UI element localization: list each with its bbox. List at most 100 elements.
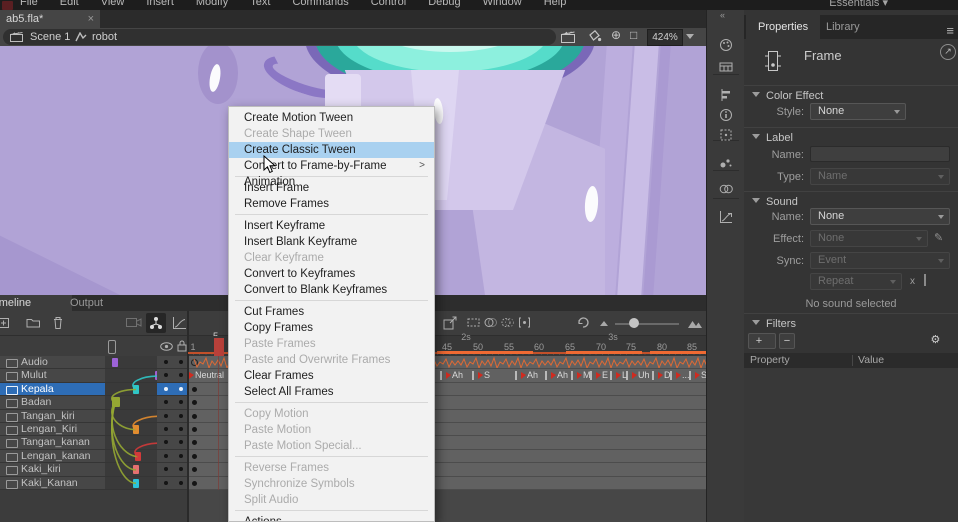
onion-skin-icon[interactable]: [484, 316, 497, 329]
lock-dot[interactable]: [179, 454, 183, 458]
onion-outline-icon[interactable]: [501, 316, 514, 329]
layer-toggles-tangan-kiri[interactable]: [157, 410, 188, 423]
add-filter-button[interactable]: +: [748, 333, 776, 349]
new-layer-icon[interactable]: [0, 316, 10, 330]
layer-row-kaki-kiri[interactable]: Kaki_kiri: [0, 463, 105, 476]
menu-item-insert-frame[interactable]: Insert Frame: [229, 180, 434, 196]
parent-cell-lengan-kanan[interactable]: [105, 450, 157, 463]
filter-options-button[interactable]: ⚙: [924, 333, 952, 349]
tab-output[interactable]: Output: [60, 295, 113, 311]
visibility-dot[interactable]: [164, 400, 168, 404]
zoom-out-frames-icon[interactable]: [600, 321, 608, 326]
align-icon[interactable]: [719, 88, 733, 102]
delete-layer-icon[interactable]: [52, 316, 64, 330]
pencil-icon[interactable]: ✎: [934, 231, 943, 244]
layer-row-kaki-kanan[interactable]: Kaki_Kanan: [0, 477, 105, 490]
swap-symbol-icon[interactable]: ↗: [940, 44, 956, 60]
transform-icon[interactable]: [719, 128, 733, 142]
menubar-item-debug[interactable]: Debug: [428, 0, 460, 8]
props-grid-icon[interactable]: [719, 60, 733, 74]
menu-item-convert-to-blank-keyframes[interactable]: Convert to Blank Keyframes: [229, 282, 434, 298]
section-color-effect[interactable]: Color Effect: [752, 90, 823, 102]
brush-icon[interactable]: [719, 156, 733, 170]
layer-toggles-lengan-kanan[interactable]: [157, 450, 188, 463]
clip-content-icon[interactable]: □: [630, 29, 637, 42]
visibility-dot[interactable]: [164, 454, 168, 458]
menu-item-insert-blank-keyframe[interactable]: Insert Blank Keyframe: [229, 234, 434, 250]
timeline-zoom-slider[interactable]: [615, 323, 679, 325]
style-dropdown[interactable]: None: [810, 103, 906, 120]
snap-center-icon[interactable]: ⊕: [611, 29, 621, 42]
parent-cell-kaki-kiri[interactable]: [105, 463, 157, 476]
edit-symbols-icon[interactable]: [561, 31, 577, 43]
close-icon[interactable]: ×: [88, 10, 94, 28]
lock-dot[interactable]: [179, 360, 183, 364]
visibility-dot[interactable]: [164, 440, 168, 444]
export-frame-icon[interactable]: [443, 316, 458, 330]
layer-toggles-audio[interactable]: [157, 356, 188, 369]
lock-dot[interactable]: [179, 467, 183, 471]
lock-dot[interactable]: [179, 387, 183, 391]
visibility-dot[interactable]: [164, 427, 168, 431]
sound-name-dropdown[interactable]: None: [810, 208, 950, 225]
layer-row-lengan-kanan[interactable]: Lengan_kanan: [0, 450, 105, 463]
layer-row-audio[interactable]: Audio: [0, 356, 105, 369]
lock-dot[interactable]: [179, 427, 183, 431]
layer-toggles-mulut[interactable]: [157, 369, 188, 382]
lock-dot[interactable]: [179, 440, 183, 444]
parent-cell-audio[interactable]: [105, 356, 157, 369]
layer-row-badan[interactable]: Badan: [0, 396, 105, 409]
section-label[interactable]: Label: [752, 132, 793, 144]
section-sound[interactable]: Sound: [752, 196, 798, 208]
paint-bucket-icon[interactable]: [587, 30, 602, 43]
menubar-item-commands[interactable]: Commands: [292, 0, 348, 8]
menubar-item-view[interactable]: View: [101, 0, 125, 8]
menu-item-create-classic-tween[interactable]: Create Classic Tween: [229, 142, 434, 158]
edit-multiple-frames-icon[interactable]: [518, 316, 531, 329]
menubar-item-control[interactable]: Control: [371, 0, 406, 8]
layer-row-tangan-kiri[interactable]: Tangan_kiri: [0, 410, 105, 423]
menu-item-select-all-frames[interactable]: Select All Frames: [229, 384, 434, 400]
lock-dot[interactable]: [179, 373, 183, 377]
lock-dot[interactable]: [179, 414, 183, 418]
zoom-dropdown-caret[interactable]: [686, 34, 694, 39]
zoom-level-field[interactable]: 424%: [647, 29, 683, 46]
parent-cell-tangan-kiri[interactable]: [105, 410, 157, 423]
new-folder-icon[interactable]: [26, 316, 41, 329]
eye-icon[interactable]: [160, 342, 173, 351]
menubar-item-window[interactable]: Window: [483, 0, 522, 8]
collapse-panels-icon[interactable]: «: [720, 10, 725, 20]
menu-item-copy-frames[interactable]: Copy Frames: [229, 320, 434, 336]
document-tab[interactable]: ab5.fla* ×: [0, 10, 100, 28]
parent-cell-mulut[interactable]: [105, 369, 157, 382]
visibility-dot[interactable]: [164, 387, 168, 391]
layer-toggles-kepala[interactable]: [157, 383, 188, 396]
motion-graph-icon[interactable]: [719, 210, 733, 224]
section-filters[interactable]: Filters: [752, 318, 796, 330]
menubar-item-insert[interactable]: Insert: [146, 0, 174, 8]
menubar-item-file[interactable]: File: [20, 0, 38, 8]
menu-item-actions[interactable]: Actions: [229, 514, 434, 522]
menubar-item-text[interactable]: Text: [250, 0, 270, 8]
reset-timeline-zoom-icon[interactable]: [576, 316, 590, 330]
layer-row-lengan-kiri[interactable]: Lengan_Kiri: [0, 423, 105, 436]
lock-icon[interactable]: [177, 340, 187, 352]
zoom-in-frames-icon[interactable]: [688, 317, 703, 329]
menu-item-convert-to-keyframes[interactable]: Convert to Keyframes: [229, 266, 434, 282]
layer-row-kepala[interactable]: Kepala: [0, 383, 105, 396]
menu-item-remove-frames[interactable]: Remove Frames: [229, 196, 434, 212]
repeat-stepper[interactable]: [924, 274, 926, 286]
creative-cloud-icon[interactable]: [719, 182, 733, 196]
lock-dot[interactable]: [179, 400, 183, 404]
layer-toggles-kaki-kiri[interactable]: [157, 463, 188, 476]
menu-item-create-motion-tween[interactable]: Create Motion Tween: [229, 110, 434, 126]
menubar-item-help[interactable]: Help: [544, 0, 567, 8]
layer-toggles-tangan-kanan[interactable]: [157, 436, 188, 449]
remove-filter-button[interactable]: −: [779, 333, 795, 349]
visibility-dot[interactable]: [164, 360, 168, 364]
tab-library[interactable]: Library: [814, 15, 872, 39]
layer-row-mulut[interactable]: Mulut: [0, 369, 105, 382]
visibility-dot[interactable]: [164, 373, 168, 377]
visibility-dot[interactable]: [164, 467, 168, 471]
visibility-dot[interactable]: [164, 414, 168, 418]
